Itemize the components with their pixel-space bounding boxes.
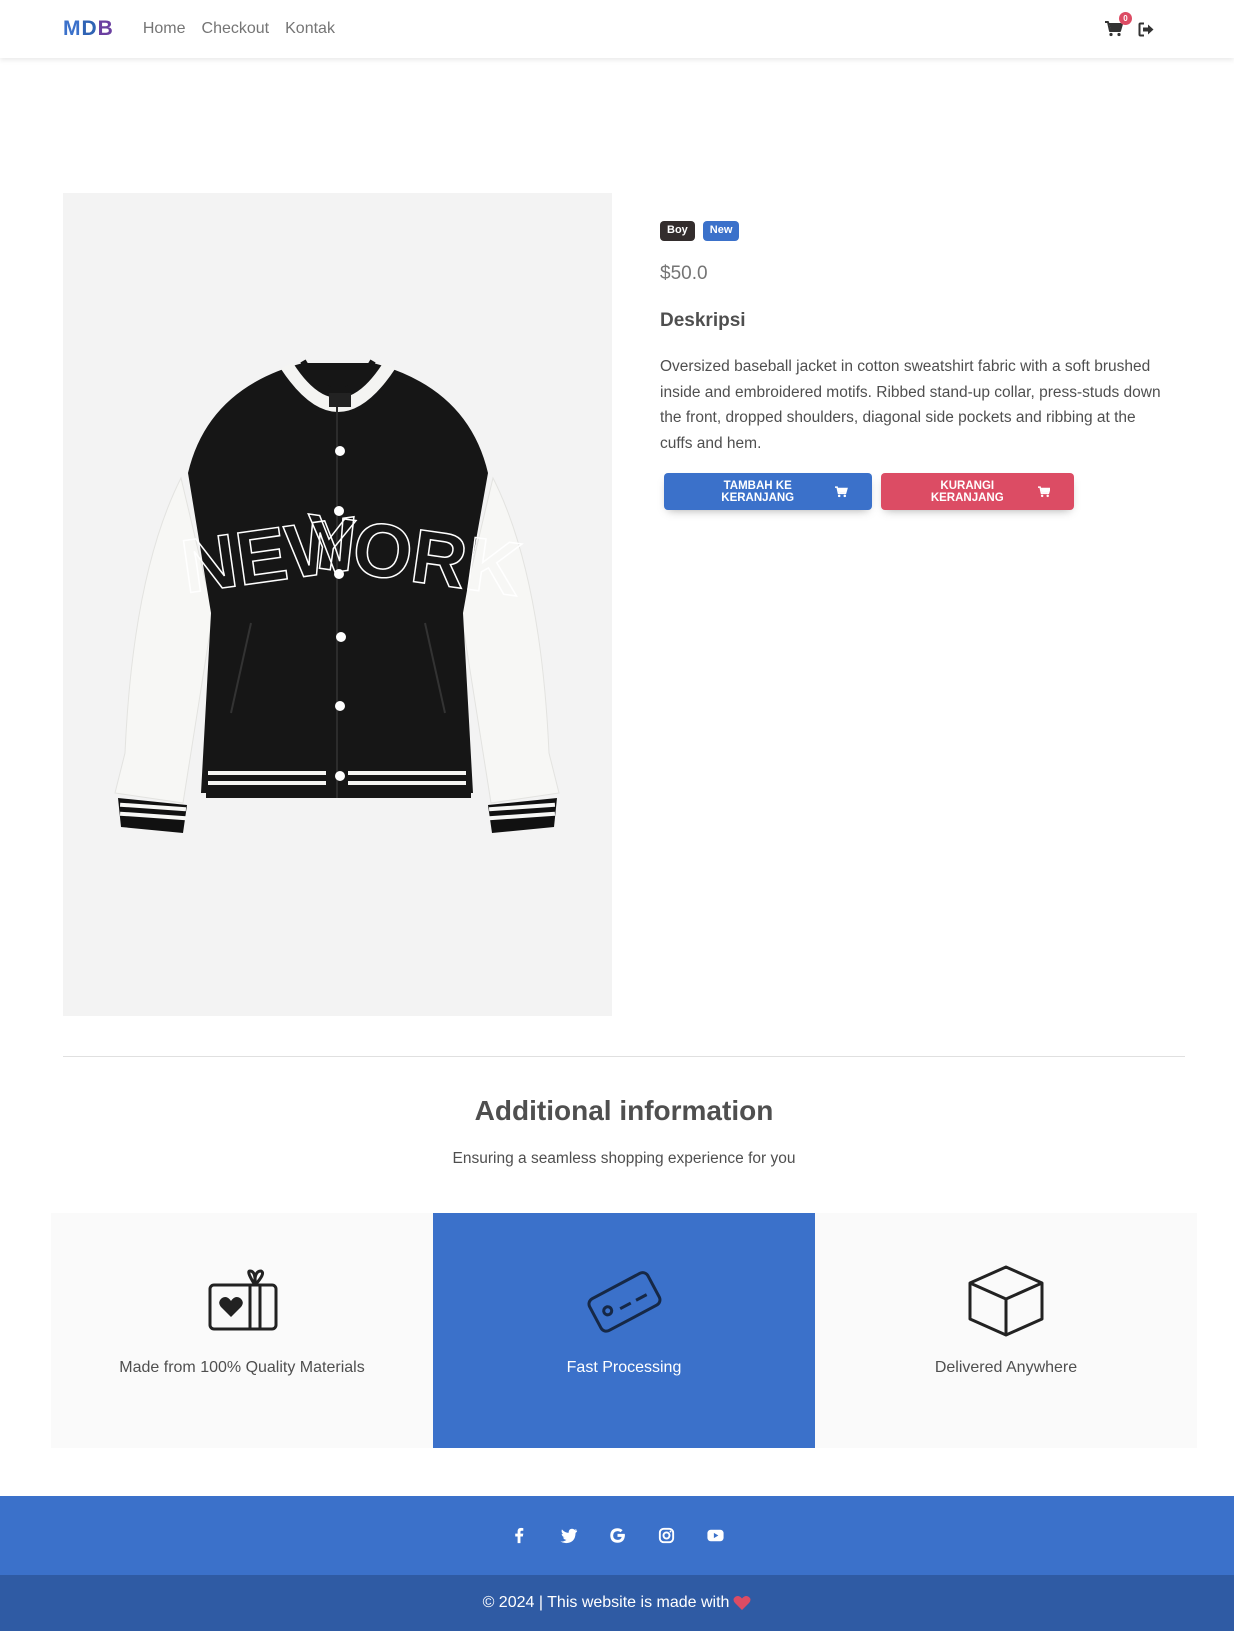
twitter-icon[interactable] bbox=[559, 1526, 578, 1545]
nav-link-kontak[interactable]: Kontak bbox=[277, 0, 343, 58]
cart-button[interactable]: 0 bbox=[1104, 12, 1132, 39]
feature-label-processing: Fast Processing bbox=[566, 1359, 682, 1376]
cart-count-badge: 0 bbox=[1119, 12, 1132, 25]
add-to-cart-label: TAMBAH KE KERANJANG bbox=[721, 479, 795, 504]
facebook-icon[interactable] bbox=[510, 1526, 529, 1545]
add-to-cart-button[interactable]: TAMBAH KE KERANJANG bbox=[664, 473, 872, 510]
credit-card-icon bbox=[587, 1271, 662, 1333]
cart-action-buttons: TAMBAH KE KERANJANG KURANGI KERANJANG bbox=[660, 473, 1170, 510]
box-icon bbox=[968, 1265, 1044, 1337]
remove-from-cart-label: KURANGI KERANJANG bbox=[930, 479, 1004, 504]
product-info: Boy New $50.0 Deskripsi Oversized baseba… bbox=[660, 221, 1170, 510]
nav-link-home[interactable]: Home bbox=[143, 0, 194, 58]
logout-icon[interactable] bbox=[1138, 22, 1155, 37]
nav-links: Home Checkout Kontak bbox=[143, 0, 343, 58]
brand-letter-b: B bbox=[97, 17, 114, 40]
section-divider bbox=[63, 1056, 1185, 1057]
copyright-text: © 2024 | This website is made with bbox=[482, 1594, 730, 1611]
brand-letter-m: M bbox=[63, 17, 82, 40]
remove-from-cart-button[interactable]: KURANGI KERANJANG bbox=[881, 473, 1074, 510]
feature-card-processing: Fast Processing bbox=[433, 1213, 815, 1448]
description-heading: Deskripsi bbox=[660, 310, 746, 331]
feature-label-delivery: Delivered Anywhere bbox=[934, 1359, 1078, 1376]
product-image: NEW YORK bbox=[63, 193, 612, 1016]
badge-group: Boy New bbox=[660, 221, 1170, 241]
nav-right: 0 bbox=[1104, 12, 1171, 39]
instagram-icon[interactable] bbox=[657, 1526, 676, 1545]
footer-social-bar bbox=[0, 1496, 1234, 1575]
jacket-illustration: NEW YORK bbox=[114, 359, 560, 833]
additional-info-subtitle: Ensuring a seamless shopping experience … bbox=[452, 1150, 796, 1167]
product-description: Oversized baseball jacket in cotton swea… bbox=[660, 358, 1161, 452]
google-icon[interactable] bbox=[608, 1526, 627, 1545]
cart-icon bbox=[1037, 485, 1050, 497]
gift-heart-icon bbox=[208, 1269, 278, 1331]
brand-logo[interactable]: M D B bbox=[63, 17, 114, 41]
navbar: M D B Home Checkout Kontak 0 bbox=[0, 0, 1234, 58]
badge-new: New bbox=[702, 221, 740, 241]
feature-label-quality: Made from 100% Quality Materials bbox=[119, 1359, 365, 1376]
product-price: $50.0 bbox=[660, 263, 708, 284]
brand-letter-d: D bbox=[81, 17, 98, 40]
cart-icon bbox=[835, 485, 848, 497]
right-cuff bbox=[488, 798, 557, 833]
feature-cards: Made from 100% Quality Materials Fast Pr… bbox=[51, 1213, 1197, 1448]
footer-copyright-bar: © 2024 | This website is made with bbox=[0, 1575, 1234, 1631]
nav-link-checkout[interactable]: Checkout bbox=[194, 0, 278, 58]
heart-icon bbox=[733, 1596, 751, 1610]
left-cuff bbox=[118, 798, 187, 833]
feature-card-delivery: Delivered Anywhere bbox=[815, 1213, 1197, 1448]
feature-card-quality: Made from 100% Quality Materials bbox=[51, 1213, 433, 1448]
additional-info-title: Additional information bbox=[474, 1095, 774, 1126]
youtube-icon[interactable] bbox=[706, 1526, 725, 1545]
badge-category: Boy bbox=[660, 221, 695, 241]
